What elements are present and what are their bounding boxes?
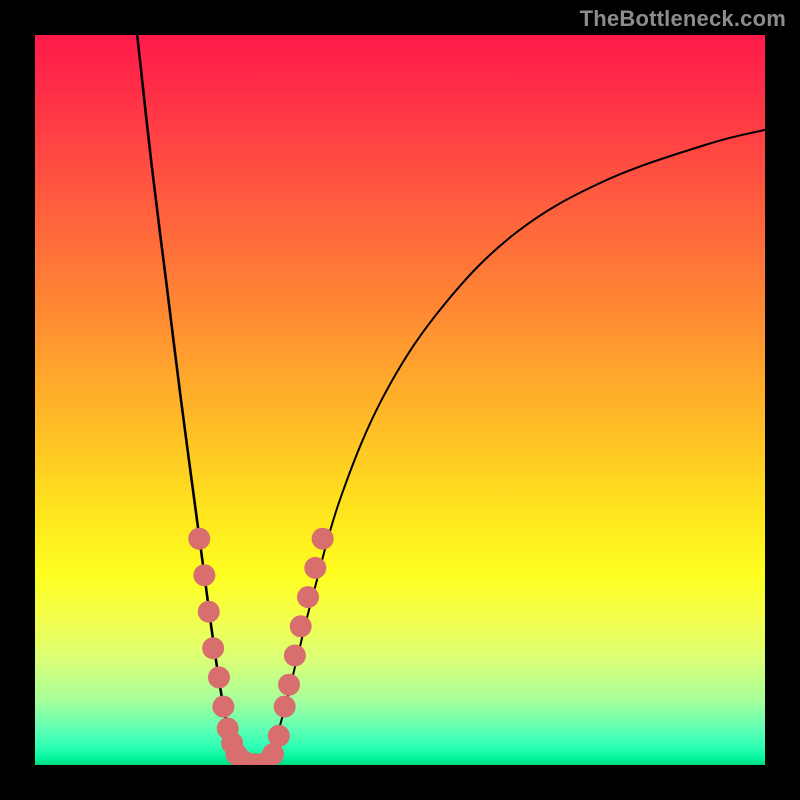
marker-right <box>290 615 312 637</box>
marker-right <box>304 557 326 579</box>
markers-group <box>188 528 333 765</box>
marker-left <box>208 666 230 688</box>
marker-left <box>193 564 215 586</box>
watermark-text: TheBottleneck.com <box>580 6 786 32</box>
marker-right <box>278 674 300 696</box>
curve-right <box>269 130 765 765</box>
marker-right <box>297 586 319 608</box>
marker-left <box>202 637 224 659</box>
marker-right <box>274 696 296 718</box>
marker-right <box>284 645 306 667</box>
marker-right <box>268 725 290 747</box>
curve-left <box>137 35 239 765</box>
marker-left <box>212 696 234 718</box>
chart-container: TheBottleneck.com <box>0 0 800 800</box>
marker-left <box>198 601 220 623</box>
marker-left <box>188 528 210 550</box>
chart-svg <box>35 35 765 765</box>
marker-right <box>312 528 334 550</box>
